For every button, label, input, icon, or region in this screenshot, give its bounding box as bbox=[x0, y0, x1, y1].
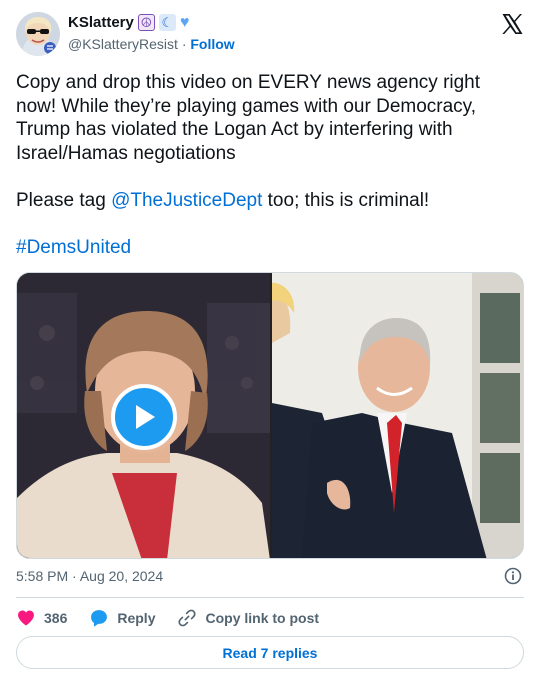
read-replies-button[interactable]: Read 7 replies bbox=[16, 636, 524, 669]
hashtag-link[interactable]: #DemsUnited bbox=[16, 237, 131, 258]
timestamp-separator: · bbox=[72, 568, 77, 584]
video-thumbnail[interactable] bbox=[17, 273, 270, 558]
tweet-text-prefix: Please tag bbox=[16, 190, 112, 211]
media-grid bbox=[16, 272, 524, 559]
timestamp[interactable]: 5:58 PM · Aug 20, 2024 bbox=[16, 568, 163, 584]
blue-heart-icon: ♥ bbox=[179, 13, 190, 31]
divider bbox=[16, 597, 524, 598]
reply-bubble-icon bbox=[91, 610, 108, 627]
follow-button[interactable]: Follow bbox=[190, 36, 234, 52]
tweet-paragraph-3: #DemsUnited bbox=[16, 236, 131, 260]
handle-separator: · bbox=[181, 36, 187, 52]
author-handle[interactable]: @KSlatteryResist bbox=[68, 36, 178, 52]
avatar[interactable] bbox=[16, 12, 60, 56]
moon-icon: ☾ bbox=[158, 14, 176, 31]
action-bar: 386 Reply Copy link to post bbox=[16, 606, 341, 630]
copy-link-label: Copy link to post bbox=[205, 610, 320, 626]
post-date: Aug 20, 2024 bbox=[79, 568, 164, 584]
info-icon[interactable] bbox=[504, 567, 522, 585]
author-display-name[interactable]: KSlattery bbox=[68, 14, 134, 31]
tweet-paragraph-1: Copy and drop this video on EVERY news a… bbox=[16, 72, 481, 164]
reply-button[interactable]: Reply bbox=[89, 608, 155, 628]
post-time: 5:58 PM bbox=[16, 568, 69, 584]
tweet-text-suffix: too; this is criminal! bbox=[262, 190, 430, 211]
copy-link-button[interactable]: Copy link to post bbox=[177, 608, 319, 628]
mention-link[interactable]: @TheJusticeDept bbox=[111, 190, 262, 211]
link-icon bbox=[178, 609, 197, 627]
peace-icon: ☮ bbox=[137, 14, 155, 31]
play-button[interactable] bbox=[111, 384, 177, 450]
tweet-text: Copy and drop this video on EVERY news a… bbox=[16, 71, 521, 165]
author-handle-row: @KSlatteryResist · Follow bbox=[68, 36, 235, 52]
photo-thumbnail[interactable] bbox=[272, 273, 523, 558]
reply-label: Reply bbox=[117, 610, 156, 626]
tweet-paragraph-2: Please tag @TheJusticeDept too; this is … bbox=[16, 189, 429, 213]
heart-icon bbox=[18, 610, 34, 626]
play-icon bbox=[136, 405, 155, 429]
x-logo-icon[interactable] bbox=[500, 12, 524, 36]
author-name-row: KSlattery ☮ ☾ ♥ bbox=[68, 14, 189, 31]
read-replies-label: Read 7 replies bbox=[222, 644, 318, 661]
like-button[interactable]: 386 bbox=[16, 608, 67, 628]
embedded-tweet: KSlattery ☮ ☾ ♥ @KSlatteryResist · Follo… bbox=[0, 0, 540, 684]
like-count: 386 bbox=[44, 610, 68, 626]
